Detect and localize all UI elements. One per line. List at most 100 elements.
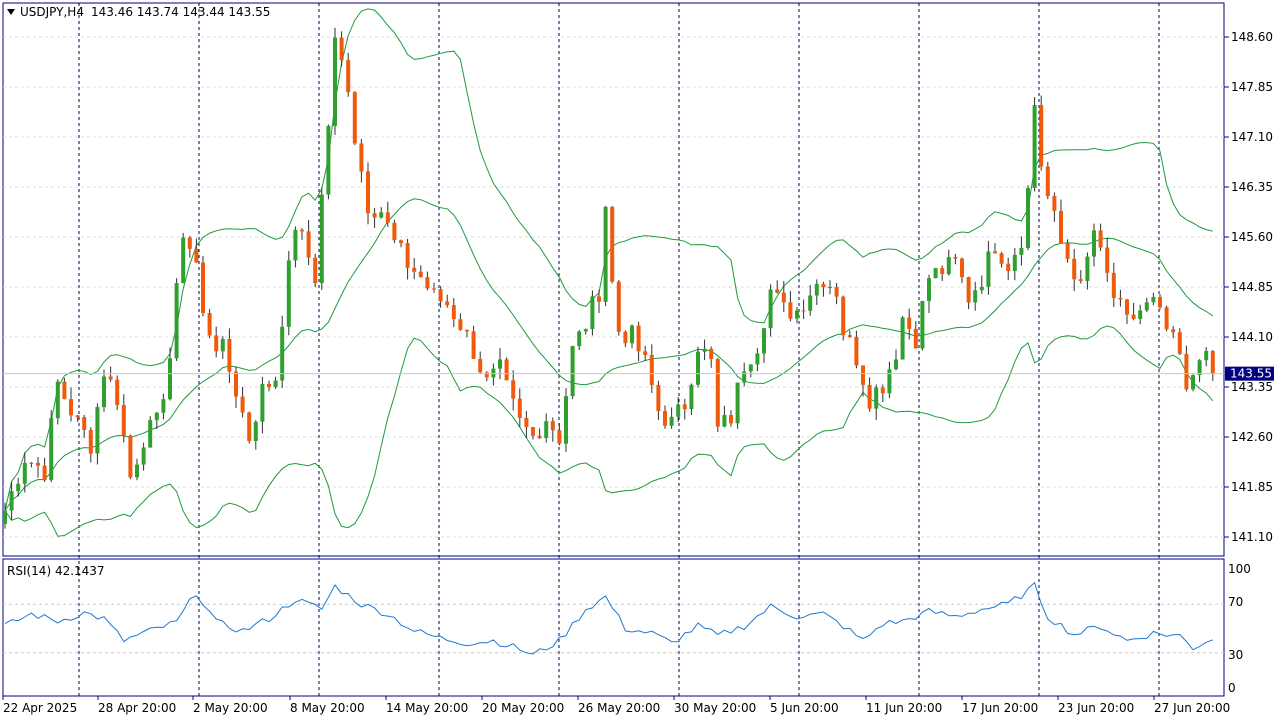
candle-body <box>550 421 555 431</box>
candle-body <box>590 296 595 330</box>
candle-body <box>656 384 661 412</box>
candle-body <box>709 348 714 360</box>
candle-body <box>1072 258 1077 280</box>
time-tick-label: 23 Jun 20:00 <box>1058 701 1134 715</box>
candle-body <box>676 404 681 417</box>
chevron-down-icon[interactable] <box>7 9 15 15</box>
rsi-line <box>4 581 1213 655</box>
candle-body <box>788 302 793 319</box>
candle-body <box>161 399 166 413</box>
candle-body <box>478 358 483 373</box>
candle-body <box>867 384 872 409</box>
candle-body <box>973 290 978 303</box>
candle-body <box>484 372 489 378</box>
candle-body <box>821 283 826 288</box>
candle-body <box>121 404 126 436</box>
candle-body <box>1151 296 1156 303</box>
time-tick-label: 28 Apr 20:00 <box>98 701 176 715</box>
candle-body <box>194 248 199 263</box>
candle-body <box>339 37 344 61</box>
candle-body <box>115 379 120 405</box>
price-tick-label: 144.85 <box>1231 280 1273 294</box>
candle-body <box>570 345 575 397</box>
candle-body <box>795 310 799 319</box>
candle-body <box>247 412 252 441</box>
symbol-label[interactable]: USDJPY,H4 <box>20 5 84 19</box>
candle-body <box>267 383 271 388</box>
candle-body <box>352 92 357 144</box>
candle-body <box>333 37 337 126</box>
candle-body <box>1006 263 1011 271</box>
price-tick-label: 143.35 <box>1231 380 1273 394</box>
candle-body <box>227 339 232 372</box>
candle-body <box>854 336 859 366</box>
price-axis: 148.60 147.85 147.10 146.35 145.60 144.85 144.… <box>1224 30 1273 544</box>
rsi-level-30: 30 <box>1228 648 1243 662</box>
candle-body <box>286 260 291 327</box>
price-tick-label: 147.10 <box>1231 130 1273 144</box>
candle-body <box>95 407 100 454</box>
candle-body <box>300 229 304 232</box>
candle-body <box>405 243 410 268</box>
candle-body <box>781 292 786 303</box>
candle-body <box>418 271 423 278</box>
candle-body <box>775 289 780 293</box>
candle-body <box>623 331 628 344</box>
candle-body <box>504 359 509 381</box>
candle-body <box>108 376 113 380</box>
candle-body <box>1118 297 1123 300</box>
candle-body <box>1052 196 1057 211</box>
candle-body <box>168 358 172 400</box>
candlesticks[interactable] <box>3 27 1215 529</box>
candle-body <box>1111 272 1116 298</box>
candle-body <box>636 325 641 352</box>
candle-body <box>986 251 991 287</box>
candle-body <box>174 283 179 359</box>
candle-body <box>1065 243 1070 259</box>
candle-body <box>531 427 535 436</box>
candle-body <box>953 256 958 259</box>
candle-body <box>491 368 496 378</box>
candle-body <box>524 417 529 428</box>
candle-body <box>577 331 582 346</box>
candle-body <box>9 491 14 511</box>
candle-body <box>583 329 588 332</box>
price-tick-label: 144.10 <box>1231 330 1273 344</box>
candle-body <box>927 278 931 302</box>
candle-body <box>425 277 430 289</box>
candle-body <box>399 240 403 244</box>
candle-body <box>1092 230 1096 257</box>
candle-body <box>564 396 568 444</box>
candle-body <box>1105 247 1110 273</box>
candle-body <box>451 305 456 320</box>
candle-body <box>1085 256 1090 282</box>
candle-body <box>1125 299 1129 315</box>
time-tick-label: 5 Jun 20:00 <box>770 701 839 715</box>
bollinger-bands <box>4 8 1214 537</box>
candle-body <box>1138 310 1143 319</box>
candle-body <box>907 317 912 329</box>
time-tick-label: 30 May 20:00 <box>674 701 756 715</box>
candle-body <box>755 353 760 365</box>
candle-body <box>280 326 285 381</box>
candle-body <box>517 398 522 418</box>
chart-canvas[interactable]: USDJPY,H4 143.46 143.74 143.44 143.55 14… <box>0 0 1280 720</box>
candle-body <box>128 435 133 478</box>
candle-body <box>557 430 562 444</box>
rsi-label: RSI(14) 42.1437 <box>7 564 105 578</box>
candle-body <box>42 465 47 481</box>
time-tick-label: 22 Apr 2025 <box>3 701 77 715</box>
candle-body <box>696 351 700 385</box>
candle-body <box>1019 247 1024 255</box>
time-tick-label: 20 May 20:00 <box>482 701 564 715</box>
bollinger-lower <box>4 325 1214 537</box>
candle-body <box>702 348 707 352</box>
candle-body <box>979 286 984 291</box>
candle-body <box>735 382 740 424</box>
candle-body <box>894 359 898 370</box>
candle-body <box>392 222 397 241</box>
candle-body <box>207 312 212 336</box>
candle-body <box>346 60 351 93</box>
candle-body <box>689 384 694 410</box>
candle-body <box>181 237 186 284</box>
